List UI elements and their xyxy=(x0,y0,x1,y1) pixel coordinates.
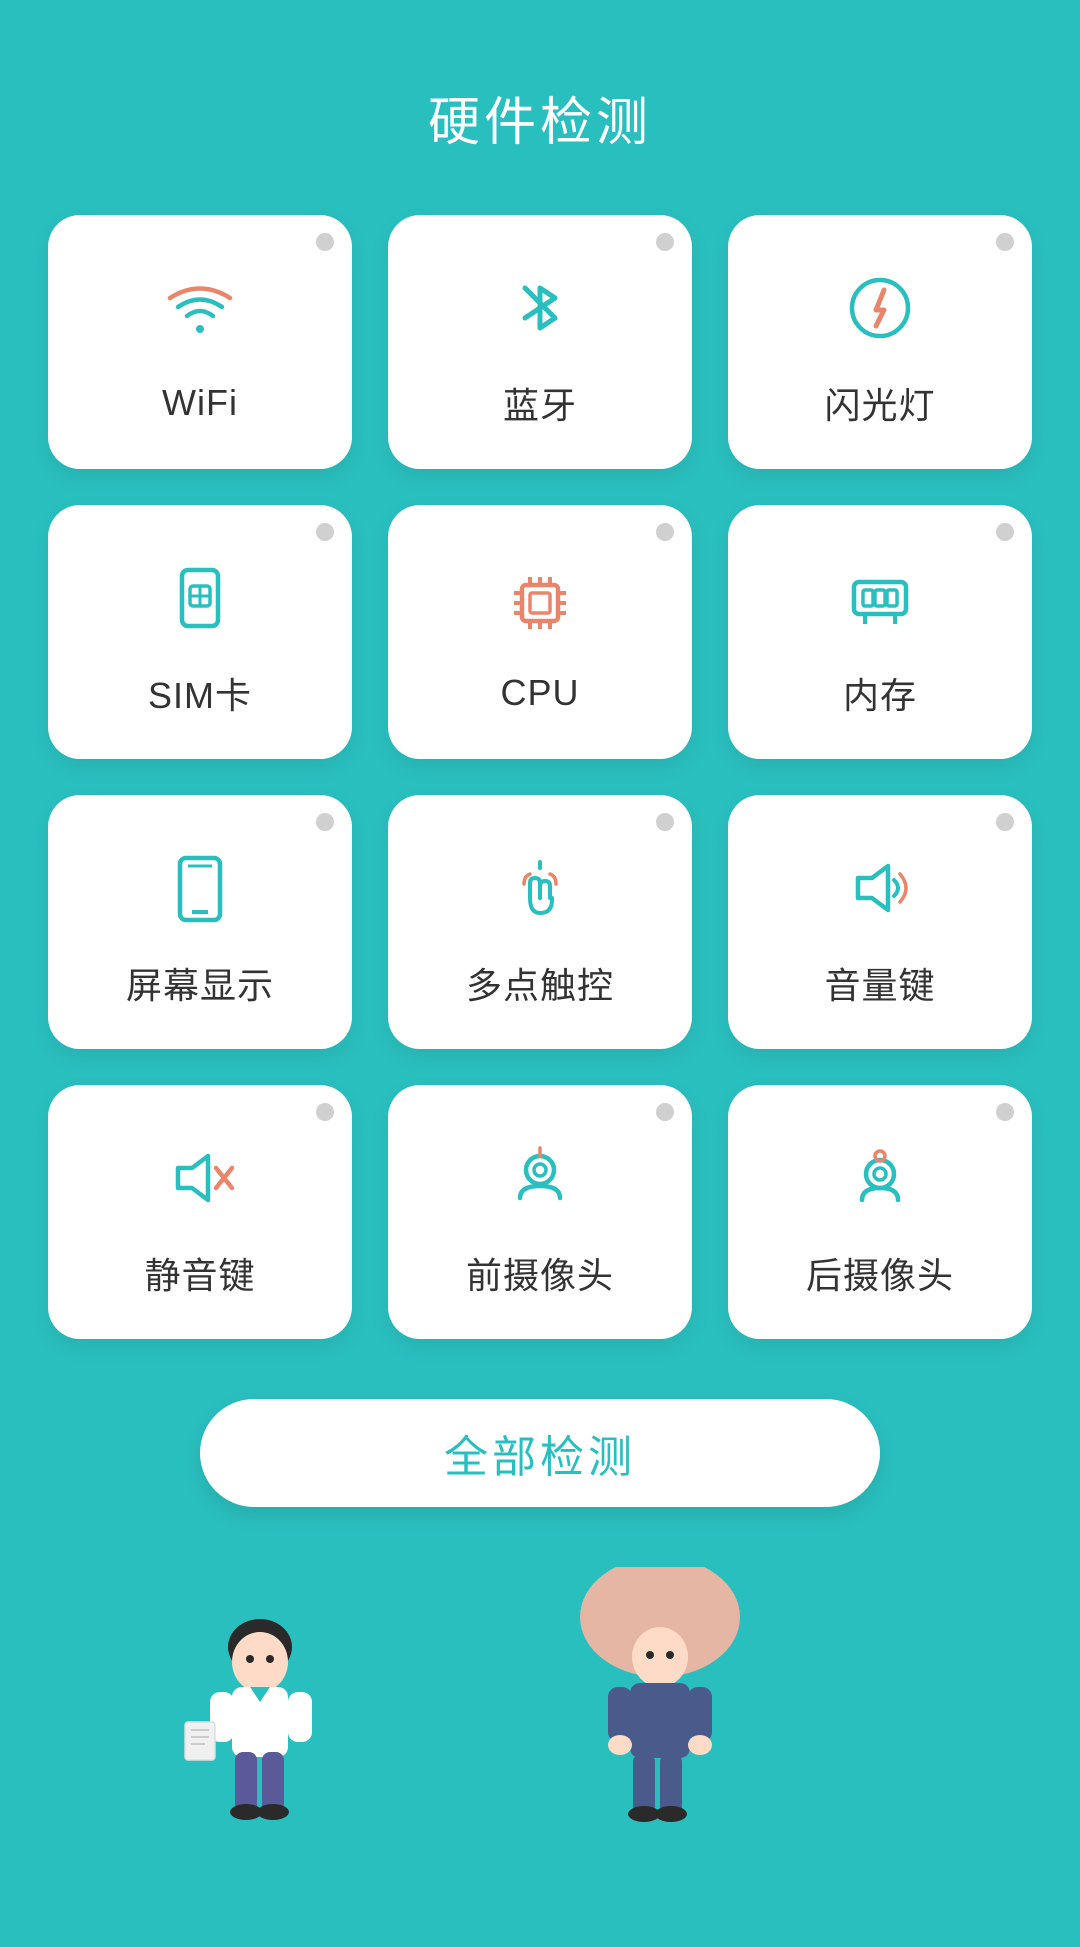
card-mute[interactable]: 静音键 xyxy=(48,1085,352,1339)
touch-label: 多点触控 xyxy=(466,957,614,1009)
sim-icon xyxy=(155,553,245,643)
card-memory[interactable]: 内存 xyxy=(728,505,1032,759)
volume-icon xyxy=(835,843,925,933)
card-touch[interactable]: 多点触控 xyxy=(388,795,692,1049)
card-wifi[interactable]: WiFi xyxy=(48,215,352,469)
sim-label: SIM卡 xyxy=(148,667,252,719)
flashlight-label: 闪光灯 xyxy=(824,377,935,429)
memory-label: 内存 xyxy=(843,667,917,719)
wifi-label: WiFi xyxy=(162,382,238,424)
mute-icon xyxy=(155,1133,245,1223)
flashlight-icon xyxy=(835,263,925,353)
front-camera-label: 前摄像头 xyxy=(466,1247,614,1299)
card-flashlight[interactable]: 闪光灯 xyxy=(728,215,1032,469)
card-front-camera[interactable]: 前摄像头 xyxy=(388,1085,692,1339)
card-cpu[interactable]: CPU xyxy=(388,505,692,759)
card-grid: WiFi 蓝牙 闪光灯 SIM卡 xyxy=(0,215,1080,1339)
page-title: 硬件检测 xyxy=(428,80,652,155)
rear-camera-label: 后摄像头 xyxy=(806,1247,954,1299)
card-rear-camera[interactable]: 后摄像头 xyxy=(728,1085,1032,1339)
touch-icon xyxy=(495,843,585,933)
illustration xyxy=(0,1567,1080,1947)
volume-label: 音量键 xyxy=(824,957,935,1009)
screen-label: 屏幕显示 xyxy=(126,957,274,1009)
memory-icon xyxy=(835,553,925,643)
bluetooth-icon xyxy=(495,263,585,353)
bluetooth-label: 蓝牙 xyxy=(503,377,577,429)
cpu-icon xyxy=(495,558,585,648)
card-bluetooth[interactable]: 蓝牙 xyxy=(388,215,692,469)
front-camera-icon xyxy=(495,1133,585,1223)
card-volume[interactable]: 音量键 xyxy=(728,795,1032,1049)
mute-label: 静音键 xyxy=(144,1247,255,1299)
screen-icon xyxy=(155,843,245,933)
cpu-label: CPU xyxy=(500,672,579,714)
wifi-icon xyxy=(155,268,245,358)
rear-camera-icon xyxy=(835,1133,925,1223)
card-sim[interactable]: SIM卡 xyxy=(48,505,352,759)
detect-all-button[interactable]: 全部检测 xyxy=(200,1399,880,1507)
card-screen[interactable]: 屏幕显示 xyxy=(48,795,352,1049)
